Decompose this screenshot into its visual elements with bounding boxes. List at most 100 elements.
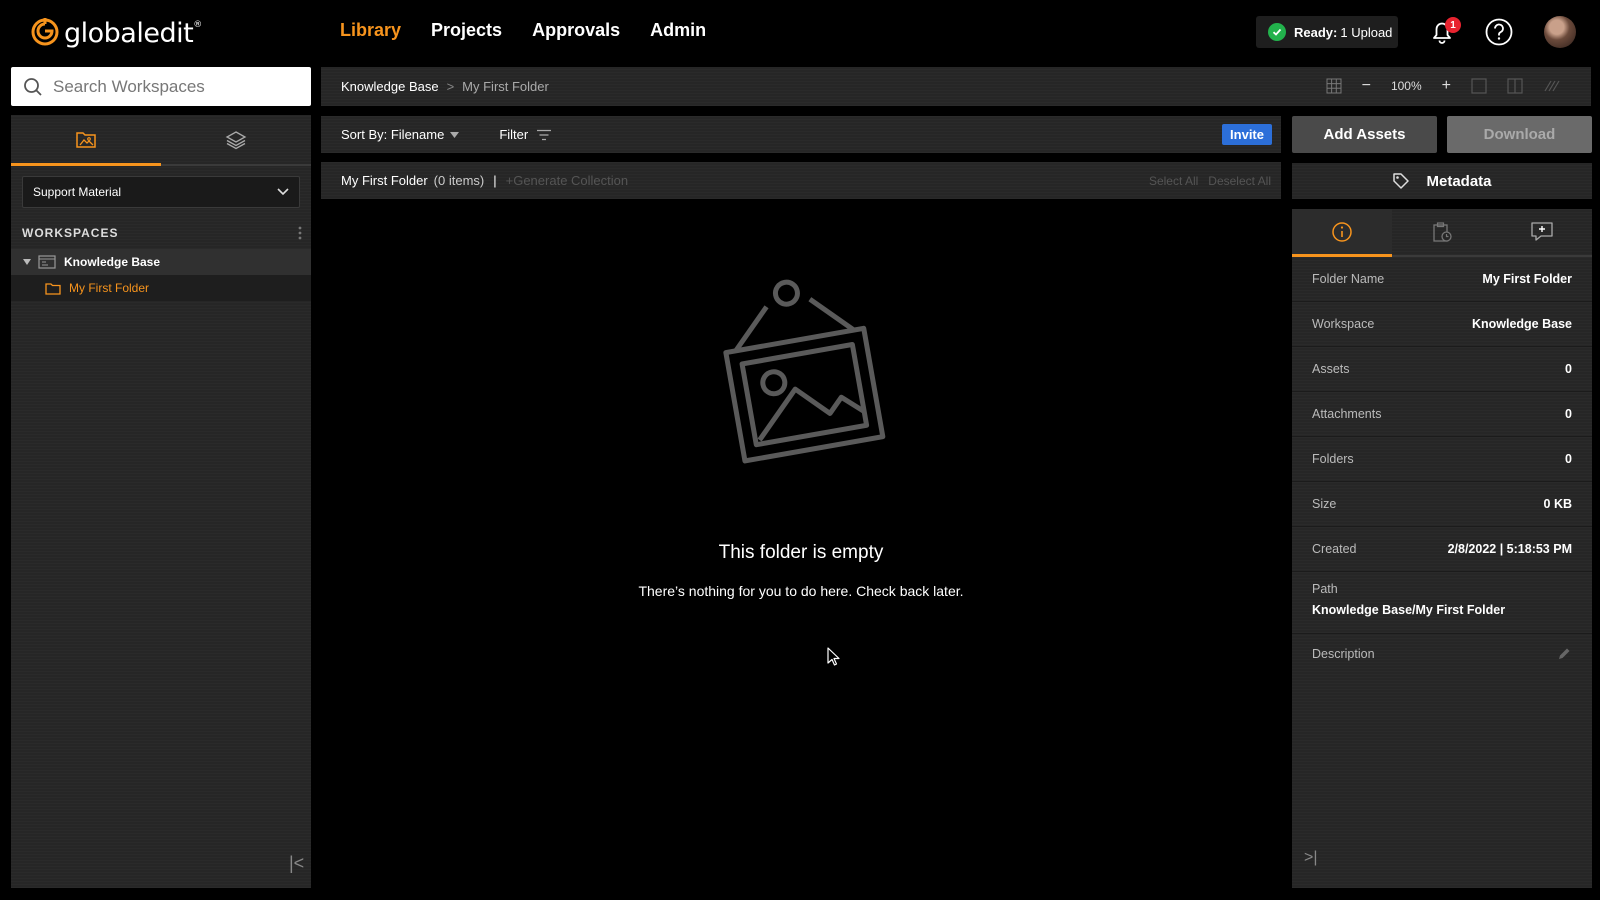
tree-item-folder[interactable]: My First Folder [11,275,311,301]
breadcrumb-current: My First Folder [462,79,549,94]
meta-key: Path [1312,582,1338,596]
generate-collection-link[interactable]: +Generate Collection [506,173,629,188]
status-label: Ready: [1294,24,1338,40]
folder-item-count: (0 items) [433,173,485,188]
chevron-down-icon [277,188,289,196]
meta-key: Folders [1312,452,1354,466]
select-all-link[interactable]: Select All [1149,174,1198,188]
folder-name: My First Folder [341,173,428,188]
pencil-icon[interactable] [1556,646,1572,662]
empty-state-subtitle: There’s nothing for you to do here. Chec… [638,583,964,599]
download-button[interactable]: Download [1447,116,1592,153]
nav-projects[interactable]: Projects [431,20,502,41]
tree-folder-label: My First Folder [69,281,150,295]
collapse-panel-icon[interactable]: >| [1304,849,1318,867]
meta-value: Knowledge Base [1471,317,1572,331]
left-sidebar: Support Material WORKSPACES Knowledge Ba… [11,115,311,888]
help-icon[interactable] [1484,17,1514,47]
meta-value: 2/8/2022 | 5:18:53 PM [1447,542,1572,556]
user-avatar[interactable] [1544,16,1576,48]
library-toolbar: Sort By: Filename Filter Invite [321,116,1281,153]
nav-approvals[interactable]: Approvals [532,20,620,41]
tab-info[interactable] [1292,209,1392,257]
search-workspaces [11,67,311,106]
caret-down-icon[interactable] [22,258,32,266]
globaledit-logo-icon [31,17,59,45]
meta-key: Assets [1312,362,1350,376]
upload-status[interactable]: Ready: 1 Upload [1256,16,1398,48]
brand-name: globaledit® [64,18,202,49]
filter-button[interactable]: Filter [499,127,552,142]
meta-row-description: Description [1292,634,1592,674]
workspace-group-value: Support Material [33,185,122,199]
comment-add-icon [1531,222,1553,241]
zoom-in-button[interactable]: + [1442,77,1451,95]
deselect-all-link[interactable]: Deselect All [1208,174,1271,188]
meta-row-size: Size 0 KB [1292,482,1592,527]
metadata-list: Folder Name My First Folder Workspace Kn… [1292,257,1592,674]
meta-value: 0 KB [1543,497,1572,511]
workspace-group-select[interactable]: Support Material [22,176,300,208]
details-panel: Folder Name My First Folder Workspace Kn… [1292,209,1592,888]
mouse-cursor-icon [827,647,840,666]
zoom-level: 100% [1390,79,1422,93]
top-bar: globaledit® Library Projects Approvals A… [0,0,1600,64]
tab-layers[interactable] [161,115,311,164]
tab-comments[interactable] [1492,209,1592,255]
tab-activity[interactable] [1392,209,1492,255]
tag-icon [1393,173,1410,189]
more-vertical-icon[interactable] [298,225,302,241]
annotate-icon[interactable] [1543,78,1561,94]
sidebar-tabs [11,115,311,166]
collapse-sidebar-icon[interactable]: |< [289,853,304,874]
view-tools: − 100% + [1326,77,1561,95]
single-view-icon[interactable] [1471,78,1487,94]
tree-item-workspace[interactable]: Knowledge Base [11,249,311,275]
meta-key: Workspace [1312,317,1375,331]
layers-icon [225,130,247,149]
meta-row-folders: Folders 0 [1292,437,1592,482]
meta-value: 0 [1565,452,1572,466]
meta-key: Attachments [1312,407,1382,421]
metadata-header[interactable]: Metadata [1292,163,1592,199]
search-input[interactable] [53,76,293,97]
breadcrumb-parent[interactable]: Knowledge Base [341,79,439,94]
meta-value: 0 [1565,362,1572,376]
breadcrumb: Knowledge Base > My First Folder − 100% … [321,67,1591,106]
divider: | [493,173,497,188]
filter-label: Filter [499,127,529,142]
folder-image-icon [76,132,96,148]
meta-key: Created [1312,542,1357,556]
workspace-icon [38,255,56,269]
empty-state-title: This folder is empty [718,542,884,563]
brand-logo[interactable]: globaledit® [30,12,202,49]
meta-row-attachments: Attachments 0 [1292,392,1592,437]
empty-folder-image-icon [723,279,886,464]
details-tabs [1292,209,1592,257]
grid-view-icon[interactable] [1326,78,1342,94]
nav-library[interactable]: Library [340,20,401,41]
meta-key: Folder Name [1312,272,1385,286]
meta-row-path: Path Knowledge Base/My First Folder [1292,572,1592,634]
meta-value: 0 [1565,407,1572,421]
zoom-out-button[interactable]: − [1362,77,1371,95]
metadata-title: Metadata [1426,172,1492,190]
notification-badge: 1 [1445,17,1461,33]
add-assets-button[interactable]: Add Assets [1292,116,1437,153]
tree-workspace-label: Knowledge Base [64,255,161,269]
workspaces-heading-label: WORKSPACES [22,226,119,240]
clipboard-clock-icon [1433,222,1452,242]
sort-dropdown[interactable]: Sort By: Filename [341,127,460,142]
nav-admin[interactable]: Admin [650,20,706,41]
invite-button[interactable]: Invite [1222,124,1272,145]
sort-label: Sort By: Filename [341,127,445,142]
folder-info-bar: My First Folder (0 items) | +Generate Co… [321,162,1281,199]
tab-folders[interactable] [11,115,161,166]
filter-icon [537,129,552,140]
folder-icon [45,282,61,295]
meta-row-workspace: Workspace Knowledge Base [1292,302,1592,347]
meta-key: Description [1312,647,1375,661]
split-view-icon[interactable] [1507,78,1523,94]
workspaces-heading: WORKSPACES [22,225,302,241]
search-icon [24,77,42,96]
